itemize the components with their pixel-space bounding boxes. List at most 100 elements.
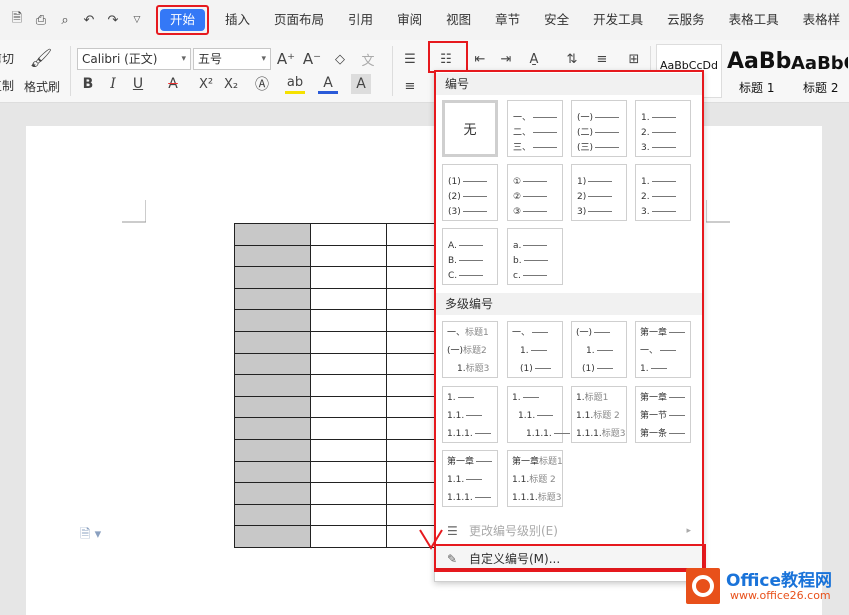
table-cell[interactable] xyxy=(234,352,311,376)
table-cell[interactable] xyxy=(234,395,311,419)
table-cell[interactable] xyxy=(234,266,311,289)
table-cell[interactable] xyxy=(310,244,387,268)
char-shading-icon[interactable]: A xyxy=(351,74,371,94)
table-cell[interactable] xyxy=(234,374,311,397)
change-level-item[interactable]: ☰ 更改编号级别(E) ▸ xyxy=(445,519,695,543)
multilevel-style-option[interactable]: 1. 1.1. 1.1.1. xyxy=(507,386,570,443)
multilevel-style-option[interactable]: (一) 1. (1) xyxy=(571,321,627,378)
strikethrough-icon[interactable]: A xyxy=(163,74,183,94)
highlight-icon[interactable]: ab xyxy=(285,74,305,94)
font-color-icon[interactable]: A xyxy=(318,74,338,94)
tab-view[interactable]: 视图 xyxy=(434,9,483,31)
document-icon[interactable]: 🗎 ▾ xyxy=(80,525,101,547)
clear-format-icon[interactable]: ◇ xyxy=(330,49,350,69)
numbering-style-option[interactable]: (1) (2) (3) xyxy=(442,164,498,221)
table-cell[interactable] xyxy=(310,525,387,548)
numbering-style-option[interactable]: (一) (二) (三) xyxy=(571,100,627,157)
copy-button[interactable]: 复制 xyxy=(0,77,14,97)
table-cell[interactable] xyxy=(310,330,387,354)
table-cell[interactable] xyxy=(310,395,387,419)
numbering-style-option[interactable]: A. B. C. xyxy=(442,228,498,285)
table-cell[interactable] xyxy=(310,223,387,246)
grow-font-icon[interactable]: A⁺ xyxy=(276,49,296,69)
table-cell[interactable] xyxy=(234,482,311,505)
numbering-style-option[interactable]: 1. 2. 3. xyxy=(635,164,691,221)
multilevel-style-option[interactable]: 第一章标题1 1.1.标题 2 1.1.1.标题3 xyxy=(507,450,563,507)
bullet-list-icon[interactable]: ☰ xyxy=(400,49,420,69)
numbering-style-option[interactable]: 一、 二、 三、 xyxy=(507,100,563,157)
table-cell[interactable] xyxy=(234,244,311,268)
multilevel-style-option[interactable]: 第一章 第一节 第一条 xyxy=(635,386,691,443)
underline-icon[interactable]: U xyxy=(128,74,148,94)
cut-button[interactable]: 剪切 xyxy=(0,50,14,70)
style-heading-2[interactable]: AaBbC 标题 2 xyxy=(790,44,849,98)
table-cell[interactable] xyxy=(234,223,311,246)
numbering-style-option[interactable]: 1. 2. 3. xyxy=(635,100,691,157)
sort-icon[interactable]: ⇅ xyxy=(562,49,582,69)
multilevel-style-option[interactable]: 一、标题1 (一)标题2 1.标题3 xyxy=(442,321,498,378)
decrease-indent-icon[interactable]: ⇤ xyxy=(470,49,490,69)
table-cell[interactable] xyxy=(234,503,311,527)
tab-sections[interactable]: 章节 xyxy=(483,9,532,31)
document-table[interactable] xyxy=(234,223,463,548)
table-cell[interactable] xyxy=(234,460,311,484)
align-left-icon[interactable]: ≡ xyxy=(400,76,420,96)
table-cell[interactable] xyxy=(310,266,387,289)
text-effect-icon[interactable]: Ⓐ xyxy=(252,74,272,94)
multilevel-style-option[interactable]: 1. 1.1. 1.1.1. xyxy=(442,386,498,443)
superscript-icon[interactable]: X² xyxy=(196,74,216,94)
line-spacing-icon[interactable]: ≡ xyxy=(592,49,612,69)
table-cell[interactable] xyxy=(234,287,311,311)
format-painter-icon[interactable]: 🖌 xyxy=(30,48,53,69)
tab-review[interactable]: 审阅 xyxy=(385,9,434,31)
table-cell[interactable] xyxy=(310,374,387,397)
tab-insert[interactable]: 插入 xyxy=(213,9,262,31)
table-cell[interactable] xyxy=(234,525,311,548)
multilevel-style-option[interactable]: 一、 1. (1) xyxy=(507,321,563,378)
table-cell[interactable] xyxy=(234,417,311,440)
italic-icon[interactable]: I xyxy=(103,74,123,94)
font-size-select[interactable]: 五号 ▾ xyxy=(193,48,271,70)
tab-developer[interactable]: 开发工具 xyxy=(581,9,655,31)
print-preview-icon[interactable]: ⌕ xyxy=(56,11,74,29)
table-cell[interactable] xyxy=(310,287,387,311)
numbering-none[interactable]: 无 xyxy=(442,100,498,157)
numbering-style-option[interactable]: 1) 2) 3) xyxy=(571,164,627,221)
table-cell[interactable] xyxy=(234,438,311,462)
table-cell[interactable] xyxy=(310,482,387,505)
phonetic-icon[interactable]: 文 xyxy=(358,49,378,69)
tab-references[interactable]: 引用 xyxy=(336,9,385,31)
numbering-style-option[interactable]: a. b. c. xyxy=(507,228,563,285)
table-cell[interactable] xyxy=(234,330,311,354)
table-cell[interactable] xyxy=(310,417,387,440)
table-cell[interactable] xyxy=(310,309,387,332)
multilevel-style-option[interactable]: 第一章 一、 1. xyxy=(635,321,691,378)
bold-icon[interactable]: B xyxy=(78,74,98,94)
subscript-icon[interactable]: X₂ xyxy=(221,74,241,94)
table-cell[interactable] xyxy=(234,309,311,332)
style-heading-1[interactable]: AaBb 标题 1 xyxy=(724,44,794,98)
chinese-layout-icon[interactable]: A̱ xyxy=(524,49,544,69)
tab-page-layout[interactable]: 页面布局 xyxy=(262,9,336,31)
tab-table-tools[interactable]: 表格工具 xyxy=(717,9,791,31)
table-cell[interactable] xyxy=(310,438,387,462)
shrink-font-icon[interactable]: A⁻ xyxy=(302,49,322,69)
save-icon[interactable]: 🗎 xyxy=(8,11,26,29)
table-cell[interactable] xyxy=(310,503,387,527)
show-marks-icon[interactable]: ⊞ xyxy=(624,49,644,69)
redo-icon[interactable]: ↷ xyxy=(104,11,122,29)
format-painter-button[interactable]: 格式刷 xyxy=(24,78,60,95)
tab-table-style[interactable]: 表格样 xyxy=(791,9,849,31)
tab-cloud[interactable]: 云服务 xyxy=(655,9,717,31)
tab-home[interactable]: 开始 xyxy=(160,9,206,31)
table-cell[interactable] xyxy=(310,352,387,376)
multilevel-style-option[interactable]: 1.标题1 1.1.标题 2 1.1.1.标题3 xyxy=(571,386,627,443)
multilevel-style-option[interactable]: 第一章 1.1. 1.1.1. xyxy=(442,450,498,507)
font-name-select[interactable]: Calibri (正文) ▾ xyxy=(77,48,191,70)
table-cell[interactable] xyxy=(310,460,387,484)
increase-indent-icon[interactable]: ⇥ xyxy=(496,49,516,69)
numbering-style-option[interactable]: ① ② ③ xyxy=(507,164,563,221)
undo-icon[interactable]: ↶ xyxy=(80,11,98,29)
tab-security[interactable]: 安全 xyxy=(532,9,581,31)
print-icon[interactable]: ⎙ xyxy=(32,11,50,29)
